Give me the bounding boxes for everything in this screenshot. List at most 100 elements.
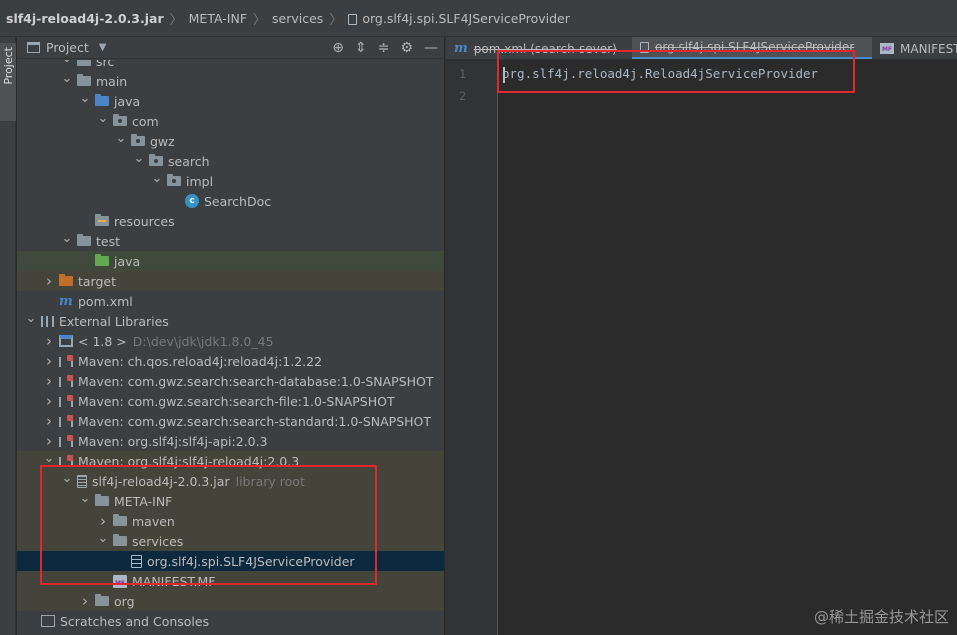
tree-node[interactable]: org.slf4j.spi.SLF4JServiceProvider <box>17 551 444 571</box>
tree-node-label: test <box>96 233 121 249</box>
tab-pom-xml[interactable]: m pom.xml (search-sever) <box>446 37 632 59</box>
tree-node[interactable]: ⌄ Maven: org.slf4j:slf4j-reload4j:2.0.3 <box>17 451 444 471</box>
tree-node[interactable]: MF MANIFEST.MF <box>17 571 444 591</box>
chevron-right-icon[interactable]: › <box>43 372 55 390</box>
maven-library-icon <box>59 395 73 407</box>
tree-node[interactable]: ⌄ impl <box>17 171 444 191</box>
tree-node[interactable]: ⌄ search <box>17 151 444 171</box>
tree-node[interactable]: ⌄ java <box>17 91 444 111</box>
tree-node-label: services <box>132 533 184 549</box>
tree-node[interactable]: › org <box>17 591 444 611</box>
breadcrumb-services[interactable]: services <box>272 11 323 26</box>
chevron-down-icon[interactable]: ⌄ <box>79 491 91 506</box>
tree-node[interactable]: ⌄ services <box>17 531 444 551</box>
line-number: 2 <box>459 89 466 103</box>
project-tree: ⌄ src ⌄ main ⌄ java ⌄ com ⌄ gwz ⌄ search ⌄ impl c Searc… <box>17 60 444 635</box>
tree-node[interactable]: ⌄ src <box>17 60 444 71</box>
tab-manifest[interactable]: MF MANIFEST.MF <box>872 37 957 59</box>
tree-node-label: maven <box>132 513 175 529</box>
collapse-all-icon[interactable]: ≑ <box>378 41 390 55</box>
folder-icon <box>95 594 109 606</box>
breadcrumb-separator-icon: 〉 <box>253 12 267 28</box>
chevron-down-icon[interactable]: ⌄ <box>79 91 91 106</box>
chevron-right-icon[interactable]: › <box>43 272 55 290</box>
text-file-icon <box>640 41 649 53</box>
tree-node[interactable]: resources <box>17 211 444 231</box>
tree-node[interactable]: › Maven: com.gwz.search:search-standard:1… <box>17 411 444 431</box>
tab-label: pom.xml (search-sever) <box>473 41 617 56</box>
line-number-gutter: 1 2 <box>446 61 498 635</box>
tree-node[interactable]: › Maven: org.slf4j:slf4j-api:2.0.3 <box>17 431 444 451</box>
tree-node[interactable]: ⌄ test <box>17 231 444 251</box>
chevron-down-icon[interactable]: ⌄ <box>43 451 55 466</box>
tree-node-label: External Libraries <box>59 313 169 329</box>
tree-node-label: SearchDoc <box>204 193 272 209</box>
code-line-1[interactable]: org.slf4j.reload4j.Reload4jServiceProvid… <box>502 66 818 81</box>
project-tool-window-button[interactable]: Project <box>0 43 16 121</box>
maven-library-icon <box>59 435 73 447</box>
folder-icon <box>113 514 127 526</box>
tree-node[interactable]: Scratches and Consoles <box>17 611 444 631</box>
tree-node[interactable]: › Maven: com.gwz.search:search-database:1… <box>17 371 444 391</box>
breadcrumb-jar[interactable]: slf4j-reload4j-2.0.3.jar <box>6 11 164 26</box>
target-icon[interactable]: ⊕ <box>332 41 344 55</box>
package-icon <box>167 174 181 186</box>
breadcrumb-separator-icon: 〉 <box>169 12 183 28</box>
chevron-right-icon[interactable]: › <box>43 432 55 450</box>
gear-icon[interactable]: ⚙ <box>400 41 413 55</box>
tree-node-label: main <box>96 73 128 89</box>
maven-library-icon <box>59 375 73 387</box>
chevron-right-icon[interactable]: › <box>43 392 55 410</box>
tree-node[interactable]: › < 1.8 > D:\dev\jdk\jdk1.8.0_45 <box>17 331 444 351</box>
tree-node[interactable]: c SearchDoc <box>17 191 444 211</box>
expand-all-icon[interactable]: ⇕ <box>355 41 367 55</box>
tree-node[interactable]: › target <box>17 271 444 291</box>
manifest-icon: MF <box>113 574 127 588</box>
folder-icon <box>77 60 91 66</box>
tree-node-label: src <box>96 60 115 69</box>
chevron-down-icon[interactable]: ⌄ <box>97 531 109 546</box>
project-view-title[interactable]: Project <box>46 40 89 55</box>
chevron-down-icon[interactable]: ⌄ <box>61 60 73 66</box>
tree-node[interactable]: › Maven: com.gwz.search:search-file:1.0-S… <box>17 391 444 411</box>
chevron-down-icon[interactable]: ▼ <box>99 42 107 53</box>
watermark: @稀土掘金技术社区 <box>813 608 949 626</box>
chevron-down-icon[interactable]: ⌄ <box>115 131 127 146</box>
breadcrumb-meta-inf[interactable]: META-INF <box>189 11 247 26</box>
tree-node[interactable]: ⌄ META-INF <box>17 491 444 511</box>
chevron-right-icon[interactable]: › <box>79 592 91 610</box>
maven-library-icon <box>59 455 73 467</box>
tab-service-provider[interactable]: org.slf4j.spi.SLF4JServiceProvider <box>632 37 872 59</box>
tree-node-label: java <box>114 93 141 109</box>
tree-node[interactable]: m pom.xml <box>17 291 444 311</box>
chevron-down-icon[interactable]: ⌄ <box>151 171 163 186</box>
code-editor[interactable]: org.slf4j.reload4j.Reload4jServiceProvid… <box>502 61 957 635</box>
tree-node-label: MANIFEST.MF <box>132 573 216 589</box>
tree-node[interactable]: ⌄ External Libraries <box>17 311 444 331</box>
tree-node[interactable]: ⌄ main <box>17 71 444 91</box>
folder-icon <box>77 74 91 86</box>
chevron-right-icon[interactable]: › <box>43 352 55 370</box>
project-panel-header: Project ▼ ⊕ ⇕ ≑ ⚙ — <box>17 37 444 59</box>
chevron-down-icon[interactable]: ⌄ <box>133 151 145 166</box>
tree-node[interactable]: ⌄ slf4j-reload4j-2.0.3.jar library root <box>17 471 444 491</box>
tree-node-label: target <box>78 273 117 289</box>
tree-node[interactable]: ⌄ com <box>17 111 444 131</box>
chevron-down-icon[interactable]: ⌄ <box>61 471 73 486</box>
tree-node[interactable]: › Maven: ch.qos.reload4j:reload4j:1.2.22 <box>17 351 444 371</box>
chevron-down-icon[interactable]: ⌄ <box>25 311 37 326</box>
tree-node[interactable]: › maven <box>17 511 444 531</box>
chevron-right-icon[interactable]: › <box>43 412 55 430</box>
chevron-right-icon[interactable]: › <box>97 512 109 530</box>
breadcrumb-file[interactable]: org.slf4j.spi.SLF4JServiceProvider <box>362 11 570 26</box>
chevron-down-icon[interactable]: ⌄ <box>61 231 73 246</box>
tree-node-label: Maven: com.gwz.search:search-database:1.… <box>78 373 434 389</box>
tree-node[interactable]: java <box>17 251 444 271</box>
tree-node[interactable]: ⌄ gwz <box>17 131 444 151</box>
package-icon <box>131 134 145 146</box>
chevron-down-icon[interactable]: ⌄ <box>61 71 73 86</box>
tree-node-label: < 1.8 > <box>78 333 127 349</box>
chevron-right-icon[interactable]: › <box>43 332 55 350</box>
minimize-icon[interactable]: — <box>424 41 438 55</box>
chevron-down-icon[interactable]: ⌄ <box>97 111 109 126</box>
